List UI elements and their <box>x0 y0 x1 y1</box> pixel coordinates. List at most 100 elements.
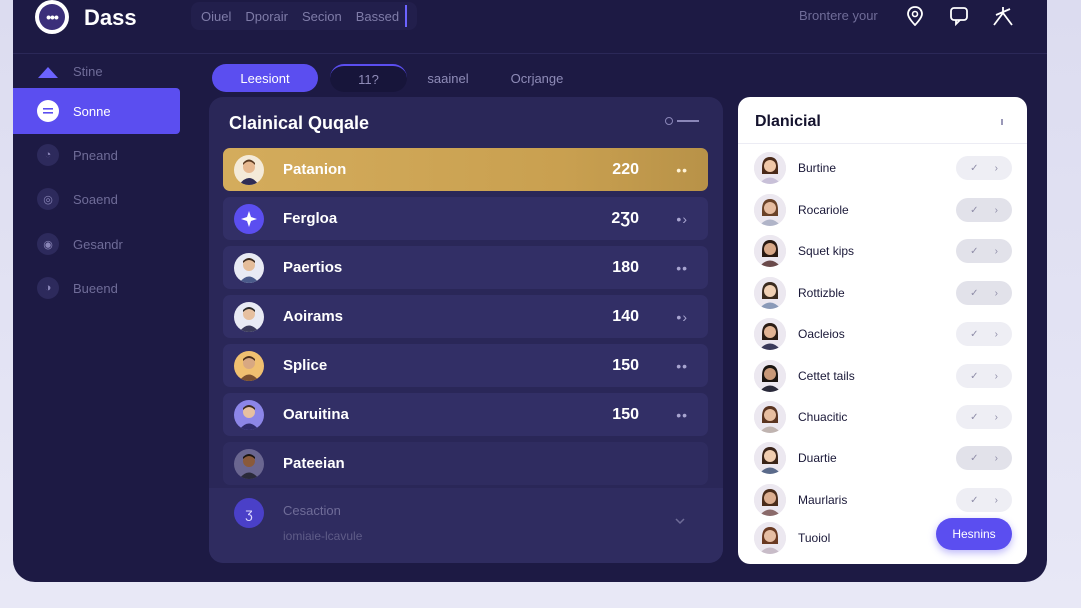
check-chevron-pill[interactable]: ✓ › <box>956 322 1012 346</box>
list-item[interactable]: Oacleios ✓ › <box>754 317 1014 351</box>
panel-menu-icon[interactable] <box>665 117 699 125</box>
list-item[interactable]: Burtine ✓ › <box>754 151 1014 185</box>
list-item[interactable]: Cettet tails ✓ › <box>754 359 1014 393</box>
nav-item-3[interactable]: Secion <box>302 9 342 24</box>
chevron-right-icon[interactable]: › <box>995 288 998 299</box>
check-icon[interactable]: ✓ <box>970 288 978 299</box>
compass-icon[interactable] <box>991 4 1015 28</box>
chevron-down-icon[interactable] <box>675 514 685 528</box>
chevron-right-icon[interactable]: › <box>995 371 998 382</box>
sidebar-item-label: Sonne <box>73 103 111 119</box>
location-pin-icon[interactable] <box>903 4 927 28</box>
sidebar-item-soaend[interactable]: ◎ Soaend <box>13 176 180 222</box>
avatar <box>234 448 264 479</box>
check-chevron-pill[interactable]: ✓ › <box>956 488 1012 512</box>
chevron-right-icon[interactable]: › <box>995 205 998 216</box>
list-item[interactable]: Duartie ✓ › <box>754 441 1014 475</box>
app-title: Dass <box>84 5 137 30</box>
list-item[interactable]: Maurlaris ✓ › <box>754 483 1014 517</box>
panel-title: Clainical Quqale <box>229 113 370 133</box>
more-icon[interactable]: •• <box>676 260 688 276</box>
avatar <box>754 235 786 267</box>
table-row[interactable]: Paertios 180 •• <box>223 246 708 289</box>
right-panel: Dlanicial Burtine ✓ › Rocariole ✓ › Squet kips… <box>738 97 1027 564</box>
sidebar-item-gesandr[interactable]: ◉ Gesandr <box>13 221 180 267</box>
more-icon[interactable]: •› <box>676 309 688 325</box>
row-name: Paertios <box>283 259 343 276</box>
header-search-text[interactable]: Brontere your <box>799 8 878 23</box>
text-caret <box>405 5 408 27</box>
nav-item-2[interactable]: Dporair <box>245 9 288 24</box>
table-row[interactable]: Patanion 220 •• <box>223 148 708 191</box>
tab-leesiont[interactable]: Leesiont <box>212 64 318 92</box>
row-value: 140 <box>612 307 639 325</box>
check-chevron-pill[interactable]: ✓ › <box>956 156 1012 180</box>
tab-ocrjange[interactable]: Ocrjange <box>499 64 575 92</box>
more-icon[interactable]: •• <box>676 358 688 374</box>
row-value: 2Ʒ0 <box>611 209 639 227</box>
list-item[interactable]: Rottizble ✓ › <box>754 276 1014 310</box>
hesnins-button[interactable]: Hesnins <box>936 518 1012 550</box>
row-name: Pateeian <box>283 455 345 472</box>
table-row[interactable]: Splice 150 •• <box>223 344 708 387</box>
avatar <box>234 154 264 185</box>
avatar <box>754 442 786 474</box>
chevron-right-icon[interactable]: › <box>995 163 998 174</box>
sidebar-item-sonne[interactable]: Sonne <box>13 88 180 134</box>
check-icon[interactable]: ✓ <box>970 163 978 174</box>
more-icon[interactable]: •› <box>676 211 688 227</box>
check-icon[interactable]: ✓ <box>970 453 978 464</box>
list-item[interactable]: Chuacitic ✓ › <box>754 400 1014 434</box>
sparkle-icon <box>234 203 264 234</box>
sidebar-item-bueend[interactable]: ◑ Bueend <box>13 265 180 311</box>
right-panel-title: Dlanicial <box>755 113 821 130</box>
chevron-right-icon[interactable]: › <box>995 329 998 340</box>
check-icon[interactable]: ✓ <box>970 412 978 423</box>
check-chevron-pill[interactable]: ✓ › <box>956 239 1012 263</box>
check-chevron-pill[interactable]: ✓ › <box>956 364 1012 388</box>
nav-item-4[interactable]: Bassed <box>356 9 399 24</box>
chevron-right-icon[interactable]: › <box>995 453 998 464</box>
footer-row[interactable]: ʒ Cesaction iomiaie-lcavule <box>209 488 723 563</box>
check-icon[interactable]: ✓ <box>970 329 978 340</box>
circle-icon: ◉ <box>37 233 59 255</box>
row-name: Patanion <box>283 161 347 178</box>
more-icon[interactable]: •• <box>676 407 688 423</box>
chevron-right-icon[interactable]: › <box>995 495 998 506</box>
chat-icon[interactable] <box>947 4 971 28</box>
check-chevron-pill[interactable]: ✓ › <box>956 281 1012 305</box>
triangle-icon <box>37 60 59 82</box>
list-item-name: Rottizble <box>798 286 845 300</box>
table-row[interactable]: Aoirams 140 •› <box>223 295 708 338</box>
sidebar-item-label: Bueend <box>73 280 118 296</box>
check-icon[interactable]: ✓ <box>970 246 978 257</box>
sidebar-item-label: Pneand <box>73 147 118 163</box>
check-icon[interactable]: ✓ <box>970 495 978 506</box>
row-name: Aoirams <box>283 308 344 325</box>
tab-second[interactable]: 11? <box>330 64 407 92</box>
list-item-name: Rocariole <box>798 203 849 217</box>
footer-subtitle: iomiaie-lcavule <box>283 529 363 543</box>
nav-item-1[interactable]: Oiuel <box>201 9 231 24</box>
top-nav: Oiuel Dporair Secion Bassed <box>191 2 417 30</box>
check-chevron-pill[interactable]: ✓ › <box>956 198 1012 222</box>
list-item[interactable]: Rocariole ✓ › <box>754 193 1014 227</box>
panel-handle-icon[interactable] <box>1001 119 1003 125</box>
check-chevron-pill[interactable]: ✓ › <box>956 405 1012 429</box>
tab-saainel[interactable]: saainel <box>417 64 479 92</box>
check-icon[interactable]: ✓ <box>970 371 978 382</box>
check-icon[interactable]: ✓ <box>970 205 978 216</box>
sidebar-item-pneand[interactable]: ◔ Pneand <box>13 132 180 178</box>
chevron-right-icon[interactable]: › <box>995 246 998 257</box>
table-row[interactable]: Oaruitina 150 •• <box>223 393 708 436</box>
table-row[interactable]: Fergloa 2Ʒ0 •› <box>223 197 708 240</box>
check-chevron-pill[interactable]: ✓ › <box>956 446 1012 470</box>
chevron-right-icon[interactable]: › <box>995 412 998 423</box>
avatar <box>754 401 786 433</box>
list-item-name: Cettet tails <box>798 369 855 383</box>
chat-bubble-icon[interactable]: ••• <box>35 0 69 34</box>
list-item[interactable]: Squet kips ✓ › <box>754 234 1014 268</box>
row-name: Fergloa <box>283 210 338 227</box>
table-row[interactable]: Pateeian <box>223 442 708 485</box>
more-icon[interactable]: •• <box>676 162 688 178</box>
